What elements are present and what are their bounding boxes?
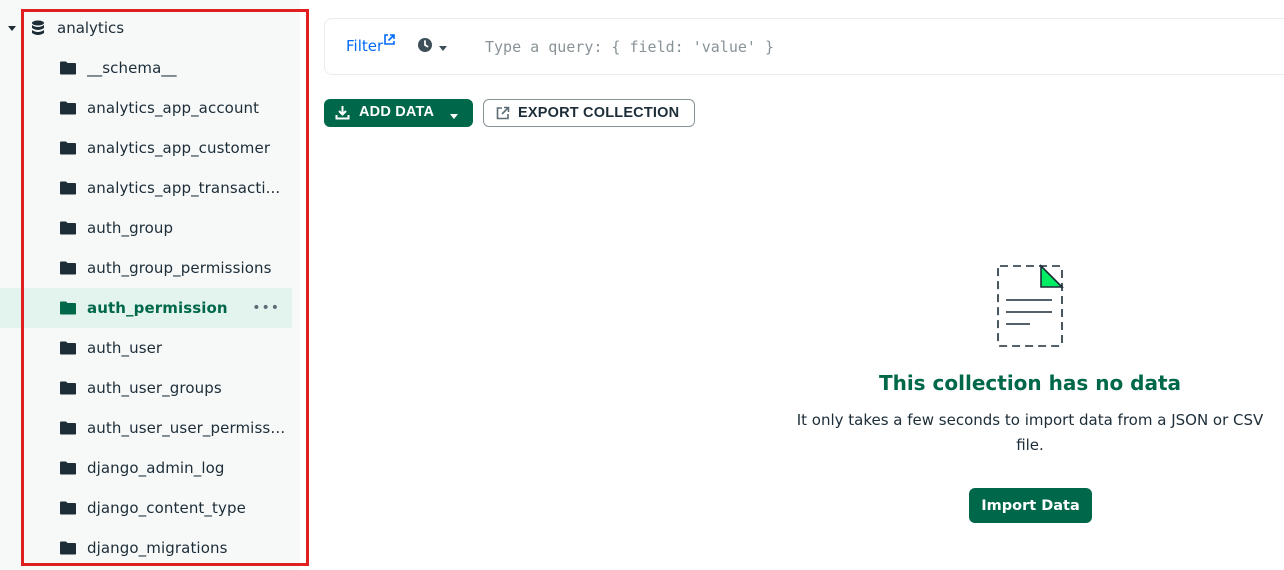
database-icon (31, 8, 45, 48)
export-collection-button[interactable]: EXPORT COLLECTION (483, 99, 695, 127)
collection-label: auth_group (87, 219, 174, 237)
database-item-analytics[interactable]: analytics (0, 8, 300, 48)
collection-item[interactable]: django_content_type (0, 488, 292, 528)
collection-label: __schema__ (87, 59, 177, 77)
collection-label: analytics_app_customer (87, 139, 271, 157)
collection-item[interactable]: auth_user_user_permissi... (0, 408, 292, 448)
collection-label: auth_permission (87, 299, 228, 317)
empty-state-description: It only takes a few seconds to import da… (796, 411, 1264, 454)
collection-label: django_migrations (87, 539, 228, 557)
filter-label: Filter (346, 37, 384, 55)
folder-icon (60, 408, 76, 448)
collection-item[interactable]: __schema__ (0, 48, 292, 88)
empty-state-title: This collection has no data (878, 371, 1182, 395)
collection-item[interactable]: auth_user (0, 328, 292, 368)
add-data-button[interactable]: ADD DATA (324, 99, 473, 127)
caret-down-icon (449, 109, 459, 125)
collection-item[interactable]: analytics_app_transacti... (0, 168, 292, 208)
collection-label: auth_group_permissions (87, 259, 272, 277)
collection-label: django_content_type (87, 499, 246, 517)
folder-icon (60, 448, 76, 488)
collection-item[interactable]: auth_permission ••• (0, 288, 292, 328)
collection-item[interactable]: analytics_app_customer (0, 128, 292, 168)
collection-label: django_admin_log (87, 459, 225, 477)
collection-item[interactable]: auth_group_permissions (0, 248, 292, 288)
query-bar: Filter (324, 18, 1284, 75)
folder-icon (60, 128, 76, 168)
caret-down-icon (438, 38, 448, 57)
collection-label: analytics_app_transacti... (87, 179, 281, 197)
export-collection-label: EXPORT COLLECTION (518, 105, 680, 121)
empty-document-icon (996, 262, 1066, 352)
folder-icon (60, 528, 76, 568)
add-data-label: ADD DATA (359, 104, 435, 120)
folder-icon (60, 208, 76, 248)
collection-item[interactable]: django_admin_log (0, 448, 292, 488)
collection-item[interactable]: auth_group (0, 208, 292, 248)
collection-label: auth_user_user_permissi... (87, 419, 287, 437)
export-icon (496, 106, 510, 124)
import-data-button[interactable]: Import Data (969, 488, 1092, 523)
sidebar: analytics __schema__ analytics_app_accoun… (0, 0, 309, 570)
database-name: analytics (57, 19, 125, 37)
folder-icon (60, 328, 76, 368)
folder-icon (60, 488, 76, 528)
collection-label: analytics_app_account (87, 99, 260, 117)
more-options-icon[interactable]: ••• (252, 288, 280, 328)
collection-list: __schema__ analytics_app_account analytics… (0, 48, 300, 568)
collection-item[interactable]: auth_user_groups (0, 368, 292, 408)
folder-icon (60, 288, 76, 328)
download-icon (335, 105, 350, 124)
folder-icon (60, 48, 76, 88)
query-input[interactable] (485, 33, 1185, 61)
filter-link[interactable]: Filter (346, 34, 395, 55)
external-link-icon (384, 34, 395, 48)
collection-item[interactable]: django_migrations (0, 528, 292, 568)
folder-icon (60, 248, 76, 288)
caret-down-icon[interactable] (7, 8, 17, 48)
collection-item[interactable]: analytics_app_account (0, 88, 292, 128)
folder-icon (60, 88, 76, 128)
folder-icon (60, 368, 76, 408)
query-history-button[interactable] (417, 33, 448, 61)
collection-label: auth_user_groups (87, 379, 222, 397)
folder-icon (60, 168, 76, 208)
collection-label: auth_user (87, 339, 163, 357)
clock-icon (417, 37, 433, 57)
